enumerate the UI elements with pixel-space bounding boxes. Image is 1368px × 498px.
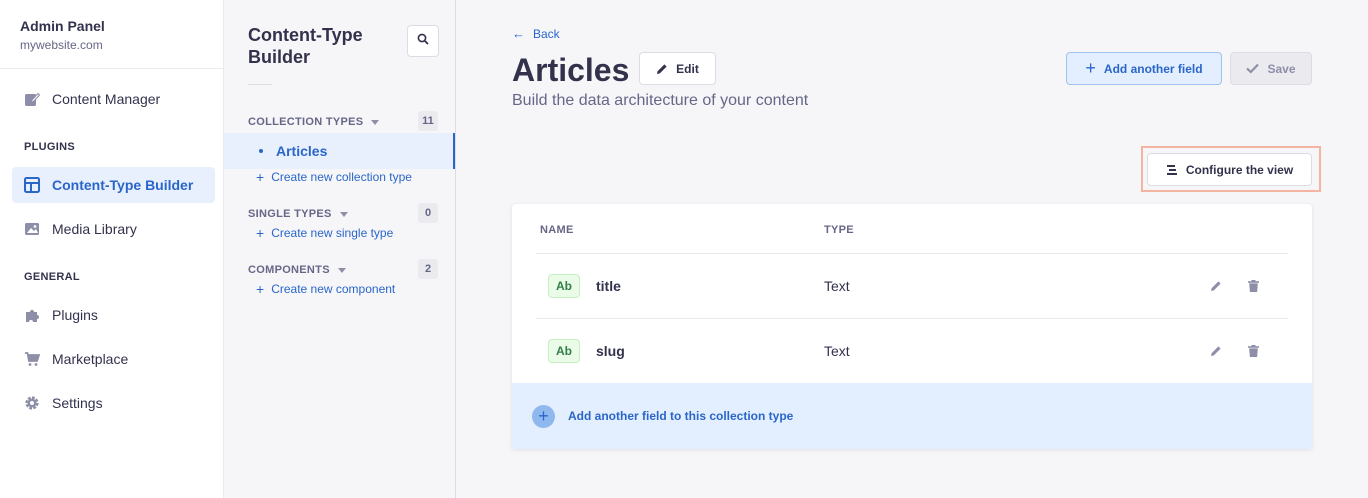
create-collection-type-link[interactable]: + Create new collection type (256, 169, 412, 185)
gear-icon (24, 395, 40, 411)
collection-type-articles-label: Articles (276, 143, 328, 159)
image-icon (24, 221, 40, 237)
main-nav: Admin Panel mywebsite.com Content Manage… (0, 0, 224, 498)
caret-down-icon (371, 119, 380, 125)
add-field-to-collection-button[interactable]: + Add another field to this collection t… (512, 383, 1312, 449)
column-header-type: TYPE (824, 224, 854, 236)
page-title: Articles (512, 52, 630, 88)
table-row[interactable]: Ab slug Text (536, 318, 1288, 383)
configure-view-label: Configure the view (1185, 162, 1294, 177)
save-label: Save (1267, 61, 1296, 76)
plus-circle-icon: + (532, 404, 555, 428)
nav-section-general: GENERAL (24, 271, 80, 283)
nav-content-manager-label: Content Manager (52, 91, 161, 107)
trash-icon[interactable] (1246, 279, 1260, 293)
subnav-divider (248, 84, 272, 85)
nav-content-type-builder-label: Content-Type Builder (52, 177, 194, 193)
create-collection-type-label: Create new collection type (271, 170, 412, 184)
field-name: slug (596, 343, 625, 359)
single-types-count: 0 (418, 203, 438, 223)
bullet-icon (259, 149, 263, 153)
nav-settings-label: Settings (52, 395, 103, 411)
nav-content-type-builder[interactable]: Content-Type Builder (12, 167, 215, 203)
text-type-badge: Ab (548, 274, 580, 298)
plus-icon: + (256, 225, 265, 241)
collection-types-count: 11 (418, 111, 438, 131)
create-component-link[interactable]: + Create new component (256, 281, 395, 297)
caret-down-icon (337, 267, 346, 273)
pencil-icon (656, 63, 668, 75)
plus-icon: + (256, 169, 265, 185)
arrow-left-icon: ← (512, 26, 525, 41)
back-link[interactable]: ← Back (512, 26, 560, 41)
nav-marketplace[interactable]: Marketplace (12, 341, 215, 377)
search-icon (417, 32, 429, 50)
puzzle-icon (24, 307, 40, 323)
configure-view-button[interactable]: Configure the view (1147, 153, 1312, 186)
components-label: COMPONENTS (248, 264, 330, 276)
layout-icon (24, 177, 40, 193)
add-field-to-collection-label: Add another field to this collection typ… (568, 409, 794, 423)
pencil-page-icon (24, 91, 40, 107)
collection-type-articles[interactable]: Articles (224, 133, 455, 169)
back-label: Back (533, 26, 560, 41)
table-row[interactable]: Ab title Text (536, 253, 1288, 318)
column-header-name: NAME (540, 224, 574, 236)
field-type: Text (824, 343, 850, 359)
field-type: Text (824, 278, 850, 294)
caret-down-icon (339, 211, 348, 217)
subnav-title: Content-Type Builder (248, 25, 363, 67)
sub-nav: Content-Type Builder COLLECTION TYPES 11… (224, 0, 456, 498)
collection-types-header[interactable]: COLLECTION TYPES (248, 116, 380, 128)
nav-section-plugins: PLUGINS (24, 141, 75, 153)
brand: Admin Panel mywebsite.com (0, 0, 223, 69)
single-types-label: SINGLE TYPES (248, 208, 332, 220)
components-count: 2 (418, 259, 438, 279)
nav-plugins[interactable]: Plugins (12, 297, 215, 333)
save-button[interactable]: Save (1230, 52, 1312, 85)
plus-icon: + (1085, 58, 1096, 78)
components-header[interactable]: COMPONENTS (248, 264, 346, 276)
nav-plugins-label: Plugins (52, 307, 98, 323)
create-single-type-label: Create new single type (271, 226, 394, 240)
edit-label: Edit (676, 61, 699, 76)
add-another-field-label: Add another field (1103, 61, 1203, 76)
field-name: title (596, 278, 621, 294)
check-icon (1246, 63, 1260, 74)
nav-settings[interactable]: Settings (12, 385, 215, 421)
collection-types-label: COLLECTION TYPES (248, 116, 364, 128)
brand-title: Admin Panel (20, 18, 105, 34)
list-lines-icon (1166, 164, 1178, 176)
text-type-badge: Ab (548, 339, 580, 363)
nav-media-library-label: Media Library (52, 221, 137, 237)
brand-subtitle: mywebsite.com (20, 38, 103, 52)
trash-icon[interactable] (1246, 344, 1260, 358)
plus-icon: + (256, 281, 265, 297)
single-types-header[interactable]: SINGLE TYPES (248, 208, 348, 220)
nav-marketplace-label: Marketplace (52, 351, 129, 367)
create-component-label: Create new component (271, 282, 396, 296)
pencil-icon[interactable] (1209, 344, 1223, 358)
edit-button[interactable]: Edit (639, 52, 716, 85)
cart-icon (24, 351, 40, 367)
add-another-field-button[interactable]: + Add another field (1066, 52, 1222, 85)
page-subtitle: Build the data architecture of your cont… (512, 92, 809, 109)
nav-content-manager[interactable]: Content Manager (12, 81, 215, 117)
search-button[interactable] (407, 25, 439, 57)
fields-table: NAME TYPE Ab title Text Ab slug Text + A… (512, 204, 1312, 449)
create-single-type-link[interactable]: + Create new single type (256, 225, 393, 241)
pencil-icon[interactable] (1209, 279, 1223, 293)
nav-media-library[interactable]: Media Library (12, 211, 215, 247)
